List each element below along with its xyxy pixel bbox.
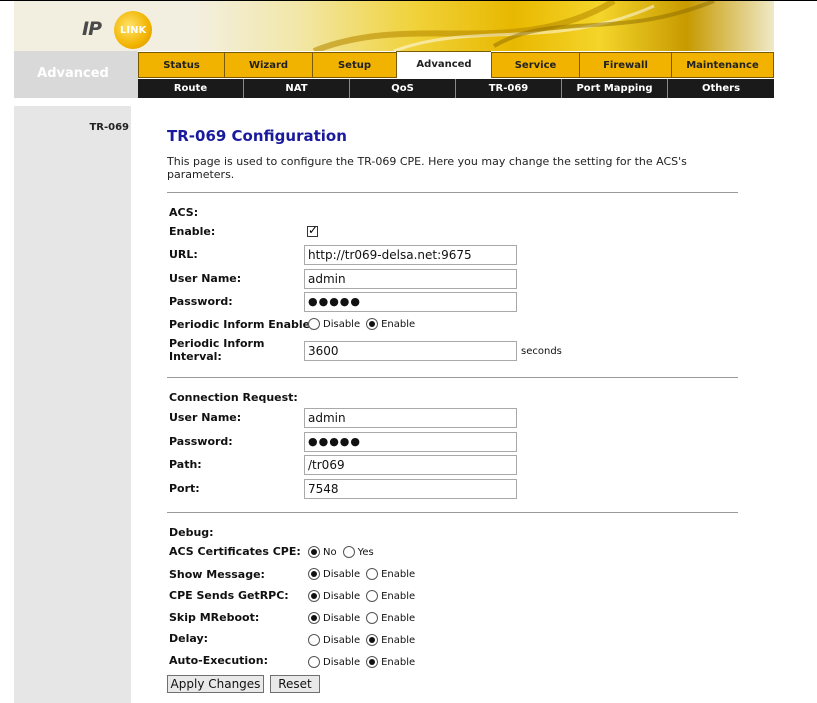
interval-unit: seconds	[521, 346, 562, 357]
periodic-inform-radio-group: Disable Enable	[308, 318, 421, 330]
conn-password-input[interactable]: ●●●●●	[304, 432, 517, 452]
acs-enable-label: Enable:	[169, 225, 216, 238]
conn-username-label: User Name:	[169, 411, 242, 424]
divider	[167, 512, 738, 513]
main-tab-bar: Status Wizard Setup Advanced Service Fir…	[138, 51, 774, 78]
divider	[167, 377, 738, 378]
conn-port-input[interactable]	[304, 479, 517, 499]
page-title: TR-069 Configuration	[167, 127, 347, 145]
show-message-disable-radio[interactable]	[308, 568, 320, 580]
tab-setup[interactable]: Setup	[312, 52, 396, 78]
periodic-disable-label: Disable	[323, 318, 361, 330]
acs-url-input[interactable]	[304, 245, 517, 265]
skip-mreboot-disable-radio[interactable]	[308, 612, 320, 624]
conn-path-input[interactable]	[304, 455, 517, 475]
subtab-port-mapping[interactable]: Port Mapping	[562, 79, 668, 98]
acs-cert-radio-group: No Yes	[308, 546, 380, 558]
acs-password-input[interactable]: ●●●●●	[304, 292, 517, 312]
getrpc-radio-group: Disable Enable	[308, 590, 421, 602]
tab-advanced[interactable]: Advanced	[396, 51, 491, 78]
subtab-qos[interactable]: QoS	[350, 79, 456, 98]
sidebar-heading-label: Advanced	[37, 66, 109, 81]
acs-cert-yes-label: Yes	[357, 546, 374, 558]
logo-link-text: LINK	[120, 25, 147, 36]
acs-cert-no-radio[interactable]	[308, 546, 320, 558]
getrpc-disable-radio[interactable]	[308, 590, 320, 602]
interval-input[interactable]	[304, 341, 517, 361]
tab-wizard[interactable]: Wizard	[224, 52, 312, 78]
acs-username-label: User Name:	[169, 272, 242, 285]
iplink-logo: IP LINK	[80, 10, 155, 50]
auto-exec-enable-label: Enable	[381, 656, 416, 668]
skip-mreboot-disable-label: Disable	[323, 612, 361, 624]
auto-exec-disable-radio[interactable]	[308, 656, 320, 668]
sub-tab-bar: Route NAT QoS TR-069 Port Mapping Others	[138, 79, 774, 98]
tab-maintenance[interactable]: Maintenance	[671, 52, 774, 78]
show-message-enable-label: Enable	[381, 568, 416, 580]
show-message-radio-group: Disable Enable	[308, 568, 421, 580]
subtab-route[interactable]: Route	[138, 79, 244, 98]
debug-heading: Debug:	[169, 526, 214, 539]
skip-mreboot-enable-radio[interactable]	[366, 612, 379, 624]
auto-exec-radio-group: Disable Enable	[308, 656, 421, 668]
subtab-nat[interactable]: NAT	[244, 79, 350, 98]
debug-label-show-message: Show Message:	[169, 568, 265, 581]
delay-disable-label: Disable	[323, 634, 361, 646]
conn-path-label: Path:	[169, 458, 202, 471]
acs-password-label: Password:	[169, 295, 233, 308]
getrpc-enable-label: Enable	[381, 590, 416, 602]
header-banner: IP LINK	[14, 1, 774, 51]
debug-label-skip-mreboot: Skip MReboot:	[169, 611, 260, 624]
getrpc-disable-label: Disable	[323, 590, 361, 602]
skip-mreboot-enable-label: Enable	[381, 612, 416, 624]
show-message-disable-label: Disable	[323, 568, 361, 580]
main-content: TR-069 Configuration This page is used t…	[131, 106, 774, 703]
tab-status[interactable]: Status	[138, 52, 224, 78]
periodic-enable-label: Enable	[381, 318, 416, 330]
connection-heading: Connection Request:	[169, 391, 298, 404]
acs-url-label: URL:	[169, 248, 198, 261]
acs-heading: ACS:	[169, 206, 199, 219]
apply-changes-button[interactable]: Apply Changes	[167, 675, 264, 693]
sidebar-heading: Advanced	[14, 51, 138, 98]
subtab-tr069[interactable]: TR-069	[456, 79, 562, 98]
debug-label-getrpc: CPE Sends GetRPC:	[169, 589, 289, 602]
banner-swirl-graphic	[312, 1, 715, 51]
conn-password-label: Password:	[169, 435, 233, 448]
delay-enable-label: Enable	[381, 634, 416, 646]
page-description: This page is used to configure the TR-06…	[167, 155, 687, 181]
divider	[167, 192, 738, 193]
delay-enable-radio[interactable]	[366, 634, 379, 646]
subtab-others[interactable]: Others	[668, 79, 774, 98]
debug-label-auto-exec: Auto-Execution:	[169, 654, 268, 667]
left-nav: TR-069	[14, 106, 131, 703]
interval-label-line2: Interval:	[169, 350, 222, 363]
acs-enable-checkbox[interactable]	[307, 223, 318, 237]
logo-ip-text: IP	[82, 18, 102, 40]
delay-radio-group: Disable Enable	[308, 634, 421, 646]
debug-label-acs-cert: ACS Certificates CPE:	[169, 545, 301, 558]
debug-label-delay: Delay:	[169, 632, 209, 645]
periodic-inform-label: Periodic Inform Enable:	[169, 318, 315, 331]
interval-label-line1: Periodic Inform	[169, 337, 265, 350]
acs-cert-yes-radio[interactable]	[342, 546, 355, 558]
getrpc-enable-radio[interactable]	[366, 590, 379, 602]
nav-item-tr069[interactable]: TR-069	[89, 122, 129, 133]
reset-button[interactable]: Reset	[270, 675, 320, 693]
periodic-disable-radio[interactable]	[308, 318, 320, 330]
auto-exec-enable-radio[interactable]	[366, 656, 379, 668]
tab-firewall[interactable]: Firewall	[579, 52, 671, 78]
skip-mreboot-radio-group: Disable Enable	[308, 612, 421, 624]
acs-username-input[interactable]	[304, 269, 517, 289]
conn-username-input[interactable]	[304, 408, 517, 428]
conn-port-label: Port:	[169, 482, 200, 495]
auto-exec-disable-label: Disable	[323, 656, 361, 668]
delay-disable-radio[interactable]	[308, 634, 320, 646]
tab-service[interactable]: Service	[491, 52, 579, 78]
show-message-enable-radio[interactable]	[366, 568, 379, 580]
periodic-enable-radio[interactable]	[366, 318, 379, 330]
acs-cert-no-label: No	[323, 546, 337, 558]
